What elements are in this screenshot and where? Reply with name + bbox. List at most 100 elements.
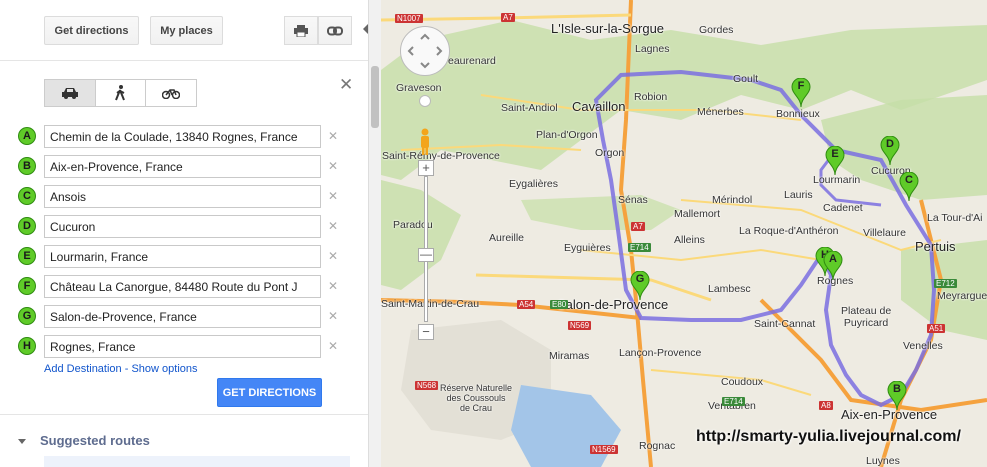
waypoint-marker-f[interactable]: F (18, 277, 36, 295)
zoom-out-button[interactable]: − (418, 324, 434, 340)
link-separator: - (121, 363, 132, 375)
remove-waypoint-icon[interactable]: ✕ (328, 189, 338, 203)
road-shield: E714 (722, 397, 745, 406)
map-place-label: Alleins (674, 234, 705, 246)
waypoint-row-d: D Cucuron ✕ (18, 215, 348, 239)
mode-driving[interactable] (45, 80, 96, 106)
map-pin-b[interactable]: B (887, 380, 907, 414)
pan-control[interactable] (400, 26, 450, 76)
remove-waypoint-icon[interactable]: ✕ (328, 339, 338, 353)
get-directions-tab-button[interactable]: Get directions (44, 16, 139, 45)
map-place-label: Lançon-Provence (619, 347, 702, 359)
show-options-link[interactable]: Show options (131, 363, 197, 375)
waypoint-input-d[interactable]: Cucuron (44, 215, 321, 238)
map-place-label: Pertuis (915, 239, 956, 254)
car-icon (61, 88, 78, 99)
waypoint-row-h: H Rognes, France ✕ (18, 335, 348, 359)
road-shield: N568 (415, 381, 439, 390)
print-button[interactable] (284, 16, 318, 45)
map-place-label: Graveson (396, 82, 442, 94)
scrollbar-thumb[interactable] (371, 66, 379, 128)
map-place-label: La Tour-d'Ai (927, 212, 983, 224)
map-pin-f[interactable]: F (791, 77, 811, 111)
waypoint-input-b[interactable]: Aix-en-Provence, France (44, 155, 321, 178)
waypoint-input-g[interactable]: Salon-de-Provence, France (44, 305, 321, 328)
suggested-route-item[interactable] (44, 456, 350, 467)
suggested-routes-label: Suggested routes (40, 433, 150, 448)
map-place-label: Orgon (595, 147, 625, 159)
map-place-label: Plateau de Puyricard (841, 305, 892, 329)
map-place-label: Mallemort (674, 208, 721, 220)
road-shield: N1007 (395, 14, 423, 23)
panel-scrollbar[interactable] (368, 0, 381, 467)
remove-waypoint-icon[interactable]: ✕ (328, 159, 338, 173)
waypoint-input-a[interactable]: Chemin de la Coulade, 13840 Rognes, Fran… (44, 125, 321, 148)
map-place-label: Saint-Andiol (501, 102, 558, 114)
remove-waypoint-icon[interactable]: ✕ (328, 219, 338, 233)
waypoint-marker-c[interactable]: C (18, 187, 36, 205)
map-pin-d[interactable]: D (880, 135, 900, 169)
map-pin-letter: B (893, 383, 901, 395)
waypoint-input-h[interactable]: Rognes, France (44, 335, 321, 358)
map-place-label: Eygalières (509, 178, 559, 190)
map-place-label: Sénas (618, 194, 648, 206)
street-view-pegman-icon[interactable] (418, 128, 432, 156)
print-icon (294, 24, 308, 37)
road-shield: A8 (819, 401, 833, 410)
map-pin-letter: E (831, 148, 839, 160)
map-pin-g[interactable]: G (630, 270, 650, 304)
map-pin-letter: G (635, 273, 645, 285)
waypoint-input-e[interactable]: Lourmarin, France (44, 245, 321, 268)
remove-waypoint-icon[interactable]: ✕ (328, 309, 338, 323)
waypoint-row-f: F Château La Canorgue, 84480 Route du Po… (18, 275, 348, 299)
road-shield: E712 (934, 279, 957, 288)
locate-me-icon[interactable] (419, 95, 431, 107)
zoom-in-button[interactable]: + (418, 160, 434, 176)
waypoint-input-f[interactable]: Château La Canorgue, 84480 Route du Pont… (44, 275, 321, 298)
waypoint-input-c[interactable]: Ansois (44, 185, 321, 208)
map-place-label: Cadenet (823, 202, 863, 214)
road-shield: E80 (550, 300, 569, 309)
map-place-label: Robion (634, 91, 668, 103)
close-directions-icon[interactable]: ✕ (339, 75, 353, 95)
remove-waypoint-icon[interactable]: ✕ (328, 129, 338, 143)
map-place-label: Saint-Martin-de-Crau (381, 298, 480, 310)
suggested-routes-header[interactable]: Suggested routes (18, 433, 150, 448)
map-place-label: Aureille (489, 232, 525, 244)
road-shield: A7 (501, 13, 515, 22)
bike-icon (162, 89, 181, 99)
directions-panel: Get directions My places ✕ A Chemin de l… (0, 0, 368, 467)
waypoint-marker-d[interactable]: D (18, 217, 36, 235)
waypoint-marker-e[interactable]: E (18, 247, 36, 265)
my-places-button[interactable]: My places (150, 16, 223, 45)
map-place-label: Goult (733, 73, 759, 85)
waypoint-marker-a[interactable]: A (18, 127, 36, 145)
collapse-panel-icon[interactable] (363, 24, 368, 34)
map-place-label: Ménerbes (697, 106, 744, 118)
map-place-label: Lagnes (635, 43, 670, 55)
map-place-label: L'Isle-sur-la-Sorgue (551, 21, 665, 36)
mode-bicycling[interactable] (146, 80, 196, 106)
link-button[interactable] (318, 16, 352, 45)
remove-waypoint-icon[interactable]: ✕ (328, 249, 338, 263)
pan-arrows-icon (407, 33, 443, 69)
waypoint-marker-b[interactable]: B (18, 157, 36, 175)
map-pin-c[interactable]: C (899, 171, 919, 205)
expand-triangle-icon (18, 439, 26, 445)
map-place-label: Miramas (549, 350, 590, 362)
map-canvas[interactable]: L'Isle-sur-la-Sorgue Gordes Lagnes Cavai… (381, 0, 987, 467)
zoom-slider-handle[interactable]: — (418, 248, 434, 262)
get-directions-button[interactable]: GET DIRECTIONS (217, 378, 322, 407)
map-pin-a[interactable]: A (823, 250, 843, 284)
road-shield: N569 (568, 321, 592, 330)
map-place-label: Lambesc (708, 283, 751, 295)
add-destination-link[interactable]: Add Destination (44, 363, 122, 375)
map-pin-e[interactable]: E (825, 145, 845, 179)
walk-icon (114, 85, 125, 101)
waypoint-marker-g[interactable]: G (18, 307, 36, 325)
waypoint-marker-h[interactable]: H (18, 337, 36, 355)
mode-walking[interactable] (96, 80, 147, 106)
map-pin-letter: C (905, 174, 913, 186)
remove-waypoint-icon[interactable]: ✕ (328, 279, 338, 293)
map-place-label: Villelaure (863, 227, 906, 239)
